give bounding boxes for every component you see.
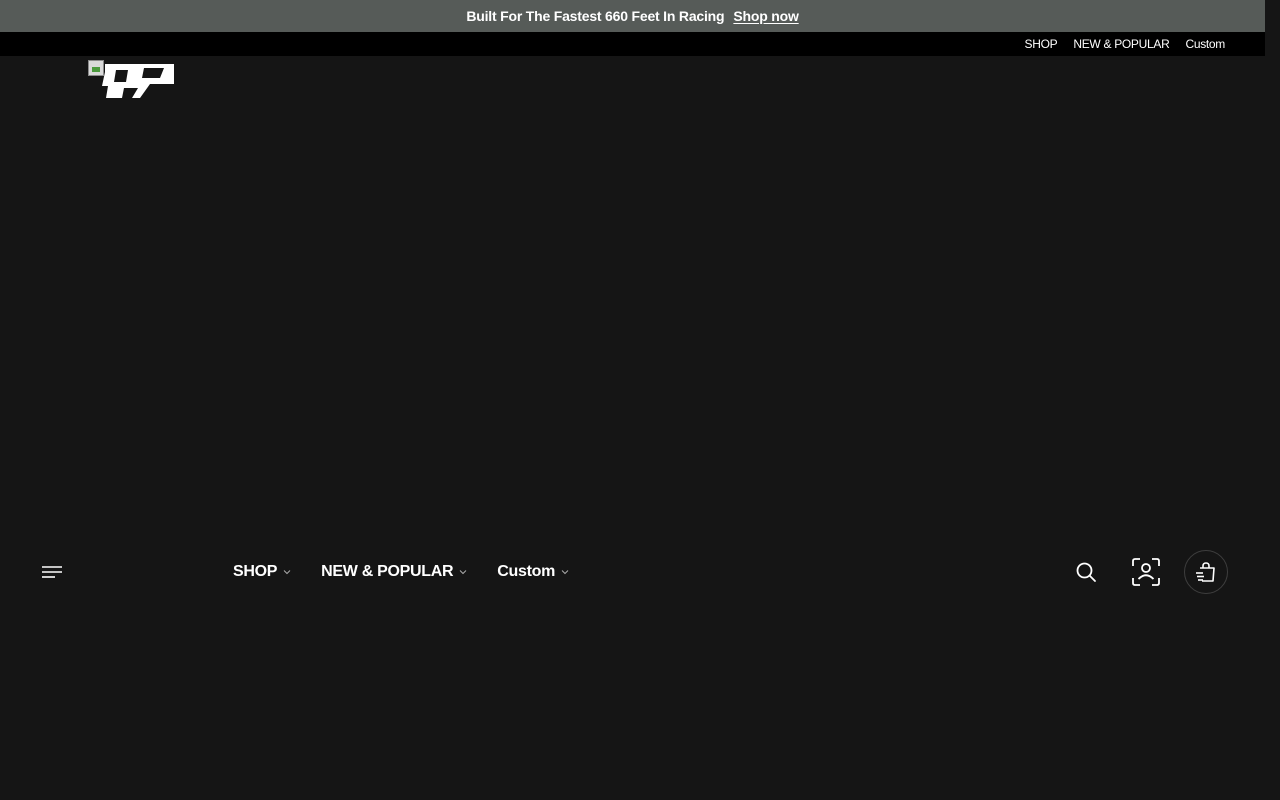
chevron-down-icon <box>283 569 291 575</box>
top-nav: SHOP NEW & POPULAR Custom <box>0 32 1265 56</box>
cart-button[interactable] <box>1184 550 1228 594</box>
hamburger-menu-icon <box>42 566 62 578</box>
chevron-down-icon <box>459 569 467 575</box>
top-nav-item-shop[interactable]: SHOP <box>1025 37 1058 51</box>
announcement-bar: Built For The Fastest 660 Feet In Racing… <box>0 0 1265 32</box>
main-nav: SHOP NEW & POPULAR Custom <box>233 548 599 596</box>
logo[interactable] <box>88 60 174 100</box>
account-button[interactable] <box>1126 552 1166 592</box>
shop-now-link[interactable]: Shop now <box>733 8 798 24</box>
menu-button[interactable] <box>40 562 64 582</box>
top-nav-item-new-popular[interactable]: NEW & POPULAR <box>1073 37 1169 51</box>
nav-item-shop[interactable]: SHOP <box>233 563 291 581</box>
account-icon <box>1132 558 1160 586</box>
shopping-bag-icon <box>1196 562 1215 582</box>
search-icon <box>1076 562 1096 582</box>
nav-item-label: SHOP <box>233 563 278 580</box>
nav-item-label: NEW & POPULAR <box>321 563 454 580</box>
chevron-down-icon <box>561 569 569 575</box>
nav-item-new-popular[interactable]: NEW & POPULAR <box>321 563 467 581</box>
announcement-text: Built For The Fastest 660 Feet In Racing <box>466 8 725 24</box>
top-nav-item-custom[interactable]: Custom <box>1185 37 1225 51</box>
nav-item-label: Custom <box>497 563 556 580</box>
search-button[interactable] <box>1066 552 1106 592</box>
logo-mark <box>102 64 174 98</box>
nav-item-custom[interactable]: Custom <box>497 563 569 581</box>
main-header: SHOP NEW & POPULAR Custom <box>0 548 1280 596</box>
